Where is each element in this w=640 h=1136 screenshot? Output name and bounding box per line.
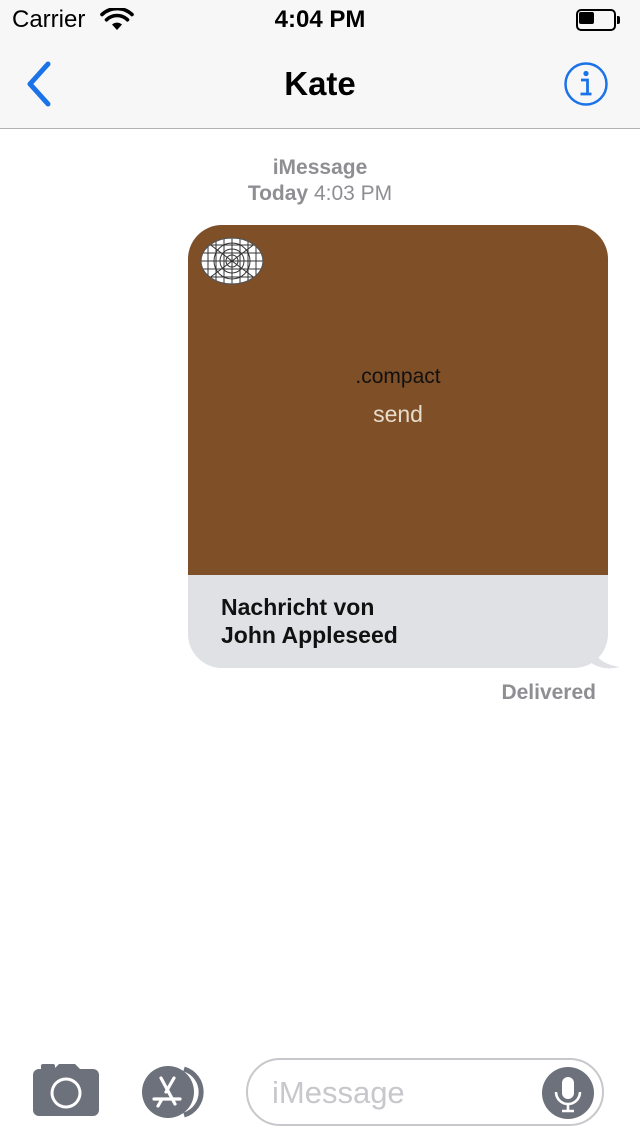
app-store-button[interactable]: [140, 1066, 212, 1118]
caption-line-2: John Appleseed: [221, 622, 398, 648]
battery-icon: [576, 9, 620, 31]
service-label: iMessage: [272, 156, 368, 179]
message-timestamp: Today 4:03 PM: [0, 181, 640, 207]
info-button[interactable]: [563, 61, 609, 107]
bubble-tail: [590, 640, 622, 675]
message-input-placeholder: iMessage: [272, 1075, 405, 1110]
conversation-title: Kate: [284, 65, 356, 102]
timestamp-time: 4:03 PM: [313, 182, 393, 205]
info-icon: [564, 62, 608, 106]
microphone-icon: [554, 1077, 582, 1113]
app-store-icon: [142, 1066, 204, 1118]
status-time: 4:04 PM: [274, 6, 366, 33]
message-input[interactable]: iMessage: [246, 1058, 604, 1126]
app-grid-icon: [200, 237, 264, 285]
microphone-button[interactable]: [542, 1067, 594, 1119]
message-caption: Nachricht von John Appleseed: [221, 593, 398, 649]
media-title: .compact: [355, 365, 441, 388]
message-media[interactable]: .compact send: [188, 225, 608, 575]
message-bubble[interactable]: .compact send Nachricht von John Applese…: [188, 225, 608, 668]
media-subtitle: send: [373, 401, 423, 427]
camera-icon: [33, 1064, 99, 1116]
camera-button[interactable]: [33, 1064, 99, 1116]
delivery-status: Delivered: [501, 681, 596, 704]
timestamp-day: Today: [247, 182, 309, 205]
caption-line-1: Nachricht von: [221, 594, 375, 620]
